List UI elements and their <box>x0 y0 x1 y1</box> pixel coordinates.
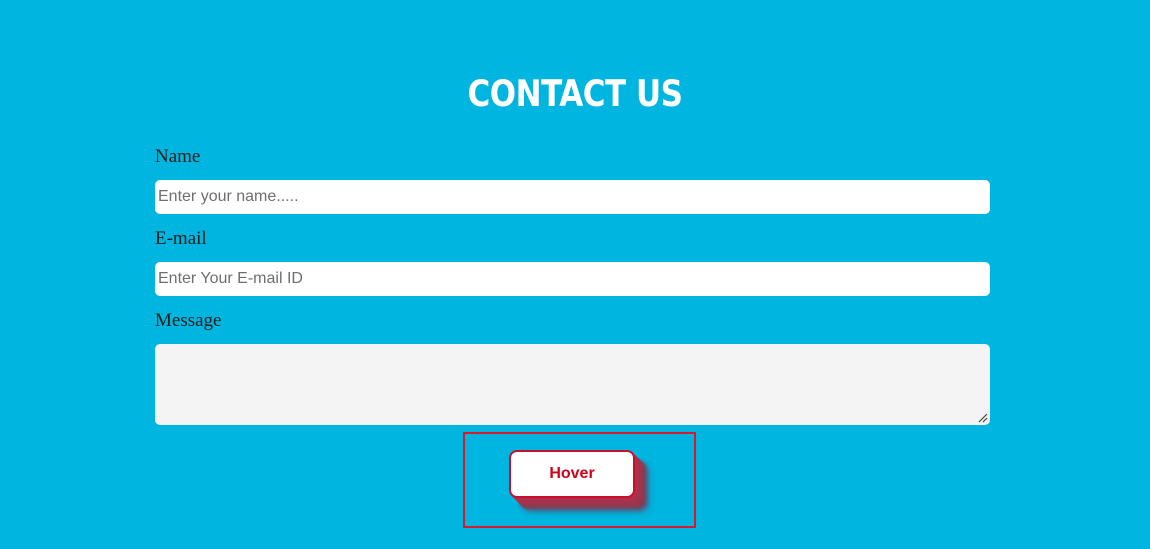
page-title: CONTACT US <box>467 72 683 116</box>
hover-button[interactable]: Hover <box>509 450 635 498</box>
resize-handle-icon[interactable] <box>977 412 988 423</box>
name-input[interactable] <box>155 180 990 214</box>
email-input[interactable] <box>155 262 990 296</box>
message-label: Message <box>155 310 222 331</box>
name-label: Name <box>155 146 201 167</box>
message-textarea[interactable] <box>155 344 990 425</box>
email-label: E-mail <box>155 228 207 249</box>
